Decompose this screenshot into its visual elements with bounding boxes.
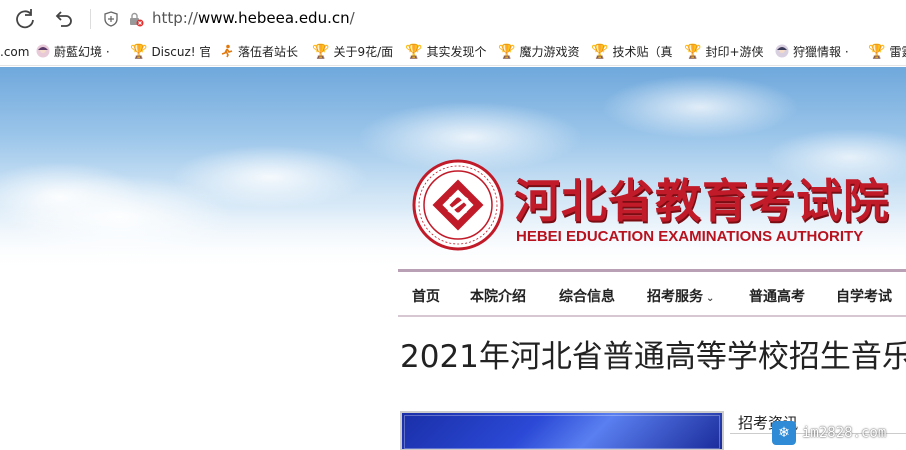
insecure-lock-icon[interactable] — [128, 11, 144, 27]
bookmarks-bar: .com 蔚藍幻境 · 🏆 Discuz! 官 落伍者站长 🏆 关于9花/面 🏆 其实… — [0, 38, 906, 66]
chevron-down-icon: ⌄ — [706, 293, 715, 304]
watermark: ❄ im2828.com — [772, 421, 906, 447]
avatar-icon — [36, 44, 50, 58]
nav-exam-services[interactable]: 招考服务 ⌄ — [647, 286, 714, 306]
main-nav: 首页 本院介绍 综合信息 招考服务 ⌄ 普通高考 自学考试 — [398, 269, 906, 317]
bookmark-item[interactable]: 🏆雷霆 — [868, 42, 906, 62]
nav-about[interactable]: 本院介绍 — [470, 286, 526, 306]
site-title-cn: 河北省教育考试院 — [514, 174, 890, 228]
snowflake-icon: ❄ — [772, 421, 796, 445]
shield-icon[interactable] — [104, 11, 118, 27]
site-title-en: HEBEI EDUCATION EXAMINATIONS AUTHORITY — [516, 228, 864, 245]
trophy-icon: 🏆 — [312, 44, 330, 60]
bookmark-item[interactable]: .com — [0, 42, 29, 62]
url-host: www.hebeea.edu.cn — [197, 9, 350, 27]
trophy-icon: 🏆 — [591, 44, 609, 60]
nav-gaokao[interactable]: 普通高考 — [749, 286, 805, 306]
article-headline[interactable]: 2021年河北省普通高等学校招生音乐类 — [400, 331, 906, 376]
web-page: 河北省教育考试院 HEBEI EDUCATION EXAMINATIONS AU… — [0, 67, 906, 450]
url-field[interactable]: http://www.hebeea.edu.cn/ — [152, 9, 355, 27]
nav-self-study-exam[interactable]: 自学考试 — [836, 286, 892, 306]
nav-general-info[interactable]: 综合信息 — [559, 286, 615, 306]
bookmark-item[interactable]: 🏆 封印+游侠 — [684, 42, 766, 62]
url-path: / — [349, 9, 355, 27]
bookmark-item[interactable]: 🏆 其实发现个 — [405, 42, 489, 62]
trophy-icon: 🏆 — [405, 44, 423, 60]
url-protocol: http:// — [152, 9, 198, 27]
seal-logo-icon — [412, 159, 504, 251]
bookmark-item[interactable]: 🏆 关于9花/面 — [312, 42, 396, 62]
bookmark-item[interactable]: 🏆 Discuz! 官 — [130, 42, 210, 62]
news-image[interactable] — [400, 411, 724, 450]
trophy-icon: 🏆 — [684, 44, 702, 60]
trophy-icon: 🏆 — [130, 44, 148, 60]
bookmark-item[interactable]: 🏆 技术贴（真 — [591, 42, 675, 62]
nav-home[interactable]: 首页 — [412, 286, 440, 306]
bookmark-item[interactable]: 落伍者站长 — [220, 42, 302, 62]
refresh-icon[interactable] — [14, 8, 36, 30]
address-bar: http://www.hebeea.edu.cn/ — [0, 0, 906, 38]
site-header[interactable]: 河北省教育考试院 HEBEI EDUCATION EXAMINATIONS AU… — [398, 155, 906, 273]
back-icon[interactable] — [52, 8, 74, 30]
bookmark-item[interactable]: 蔚藍幻境 · — [36, 42, 122, 62]
avatar-icon — [775, 44, 789, 58]
bookmark-item[interactable]: 🏆 魔力游戏资 — [498, 42, 582, 62]
runner-icon — [221, 44, 233, 58]
trophy-icon: 🏆 — [868, 44, 886, 60]
trophy-icon: 🏆 — [498, 44, 516, 60]
toolbar-divider — [90, 9, 91, 29]
watermark-text: im2828.com — [802, 425, 887, 441]
bookmark-item[interactable]: 狩獵情報 · — [775, 42, 859, 62]
